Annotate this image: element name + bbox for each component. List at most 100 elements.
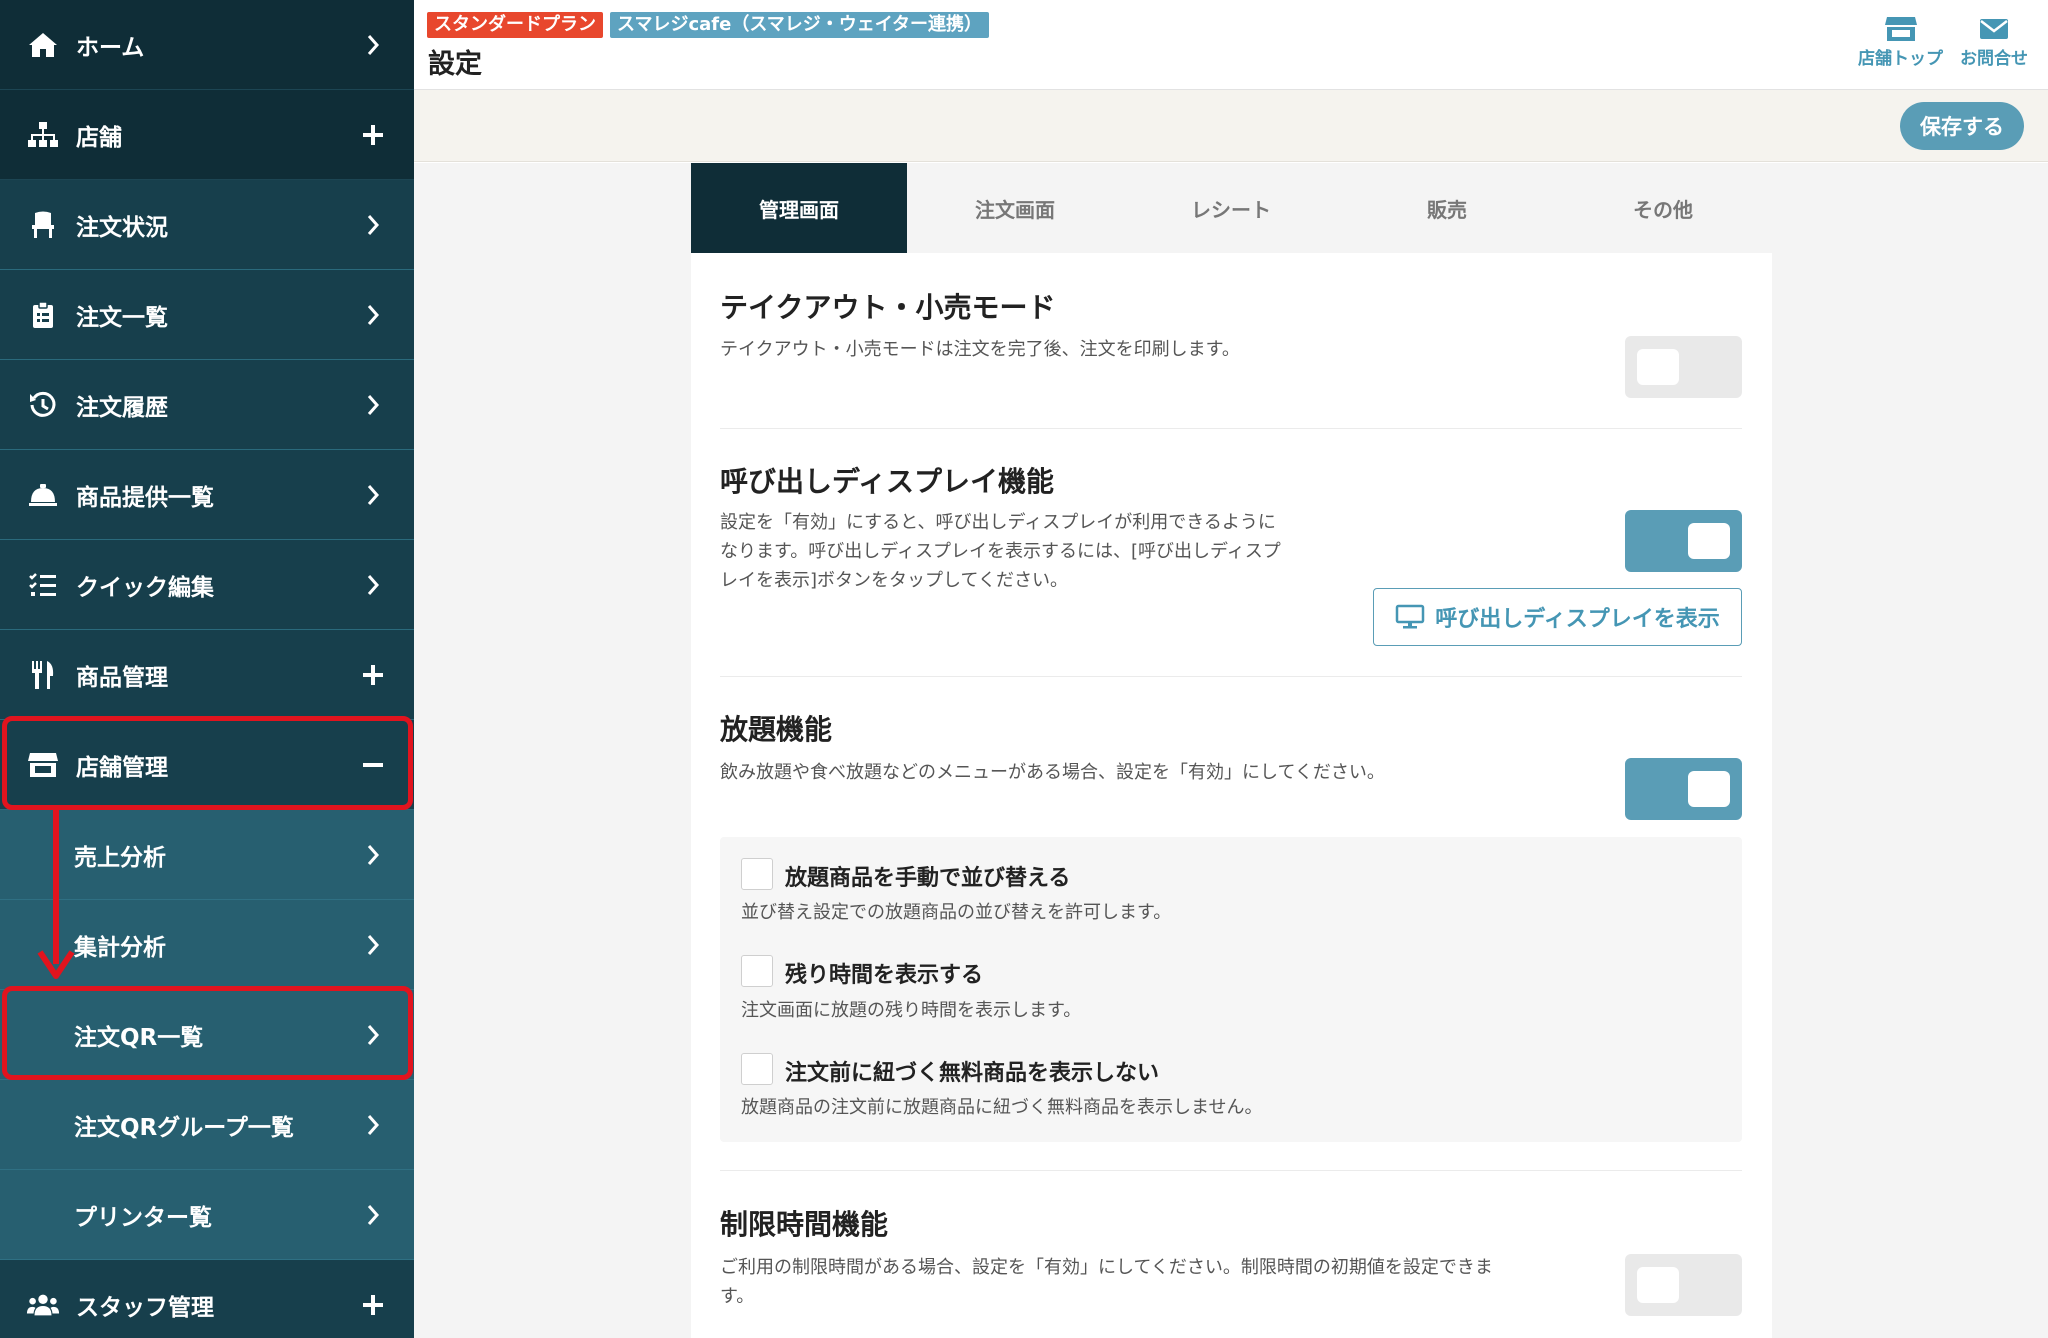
all-you-can-toggle[interactable]	[1625, 758, 1742, 820]
call-display-toggle[interactable]	[1625, 510, 1742, 572]
history-icon	[26, 388, 60, 422]
sidebar-subitem-printer-list[interactable]: プリンター覧	[0, 1170, 414, 1260]
toggle-knob	[1637, 1267, 1679, 1303]
bell-icon	[26, 478, 60, 512]
time-limit-description-line2: す。	[720, 1286, 755, 1307]
sidebar-item-label: 注文一覧	[76, 304, 168, 331]
manual-sort-label: 放題商品を手動で並び替える	[785, 866, 1071, 891]
highlight-box-store-management	[2, 716, 413, 810]
tab-receipt[interactable]: レシート	[1123, 163, 1339, 253]
monitor-icon	[1396, 604, 1425, 629]
sidebar-item-label: 集計分析	[74, 934, 166, 961]
takeout-mode-description: テイクアウト・小売モードは注文を完了後、注文を印刷します。	[720, 339, 1240, 360]
sidebar-item-label: クイック編集	[76, 574, 214, 601]
section-divider	[720, 676, 1742, 677]
sidebar-item-quick-edit[interactable]: クイック編集	[0, 540, 414, 630]
sidebar-item-label: 商品提供一覧	[76, 484, 214, 511]
sidebar-item-order-history[interactable]: 注文履歴	[0, 360, 414, 450]
page-title: 設定	[428, 49, 482, 80]
sidebar-item-order-list[interactable]: 注文一覧	[0, 270, 414, 360]
sidebar-item-label: 注文状況	[76, 214, 168, 241]
toggle-knob	[1688, 771, 1730, 807]
home-icon	[26, 28, 60, 62]
show-call-display-label: 呼び出しディスプレイを表示	[1435, 606, 1720, 631]
tab-other[interactable]: その他	[1555, 163, 1771, 253]
chair-icon	[26, 208, 60, 242]
store-top-label: 店舗トップ	[1858, 49, 1943, 69]
takeout-mode-toggle[interactable]	[1625, 336, 1742, 398]
shop-name-badge: スマレジcafe（スマレジ・ウェイター連携）	[610, 12, 990, 38]
chevron-right-icon	[358, 930, 388, 960]
show-remaining-time-description: 注文画面に放題の残り時間を表示します。	[741, 1000, 1082, 1021]
plan-badge: スタンダードプラン	[427, 12, 603, 38]
sidebar-item-label: 注文履歴	[76, 394, 168, 421]
sidebar-item-order-status[interactable]: 注文状況	[0, 180, 414, 270]
chevron-right-icon	[358, 480, 388, 510]
call-display-title: 呼び出しディスプレイ機能	[720, 465, 1055, 498]
settings-tabs: 管理画面 注文画面 レシート 販売 その他	[691, 163, 1772, 253]
takeout-mode-title: テイクアウト・小売モード	[720, 291, 1056, 324]
contact-label: お問合せ	[1960, 49, 2028, 69]
sidebar-item-label: 商品管理	[76, 664, 168, 691]
call-display-description-line2: なります。呼び出しディスプレイを表示するには、[呼び出しディスプ	[720, 541, 1281, 562]
toggle-knob	[1637, 349, 1679, 385]
sidebar-item-store[interactable]: 店舗	[0, 90, 414, 180]
highlight-box-order-qr-list	[2, 986, 413, 1080]
call-display-description-line1: 設定を「有効」にすると、呼び出しディスプレイが利用できるように	[720, 512, 1276, 533]
tab-admin-screen[interactable]: 管理画面	[691, 163, 907, 253]
action-toolbar: 保存する	[414, 90, 2048, 162]
sidebar-item-label: プリンター覧	[74, 1204, 212, 1231]
clipboard-icon	[26, 298, 60, 332]
call-display-description-line3: レイを表示]ボタンをタップしてください。	[720, 570, 1068, 591]
sidebar-item-home[interactable]: ホーム	[0, 0, 414, 90]
time-limit-toggle[interactable]	[1625, 1254, 1742, 1316]
all-you-can-description: 飲み放題や食べ放題などのメニューがある場合、設定を「有効」にしてください。	[720, 762, 1385, 783]
time-limit-description-line1: ご利用の制限時間がある場合、設定を「有効」にしてください。制限時間の初期値を設定…	[720, 1257, 1493, 1278]
chevron-right-icon	[358, 210, 388, 240]
tab-order-screen[interactable]: 注文画面	[907, 163, 1123, 253]
hide-free-items-checkbox[interactable]	[741, 1053, 773, 1085]
store-icon	[1884, 14, 1918, 44]
store-top-link[interactable]: 店舗トップ	[1858, 14, 1943, 69]
envelope-icon	[1979, 14, 2009, 44]
chevron-right-icon	[358, 570, 388, 600]
chevron-right-icon	[358, 300, 388, 330]
toggle-knob	[1688, 523, 1730, 559]
utensils-icon	[26, 658, 60, 692]
section-divider	[720, 1170, 1742, 1171]
sidebar-item-label: 店舗	[76, 124, 122, 151]
sidebar-item-label: ホーム	[76, 34, 145, 61]
chevron-right-icon	[358, 1110, 388, 1140]
manual-sort-checkbox[interactable]	[741, 858, 773, 890]
sidebar-item-staff-management[interactable]: スタッフ管理	[0, 1260, 414, 1338]
show-remaining-time-label: 残り時間を表示する	[785, 963, 984, 988]
plus-icon	[358, 120, 388, 150]
sidebar-item-label: スタッフ管理	[76, 1294, 214, 1321]
chevron-right-icon	[358, 30, 388, 60]
sidebar-item-label: 売上分析	[74, 844, 166, 871]
sidebar-item-label: 注文QRグループ一覧	[74, 1114, 294, 1141]
manual-sort-description: 並び替え設定での放題商品の並び替えを許可します。	[741, 902, 1172, 923]
sidebar-subitem-order-qr-group-list[interactable]: 注文QRグループ一覧	[0, 1080, 414, 1170]
save-button[interactable]: 保存する	[1900, 102, 2024, 150]
tab-sales[interactable]: 販売	[1339, 163, 1555, 253]
annotation-arrow-icon	[37, 808, 75, 979]
show-call-display-button[interactable]: 呼び出しディスプレイを表示	[1373, 588, 1742, 646]
top-header: スタンダードプラン スマレジcafe（スマレジ・ウェイター連携） 設定 店舗トッ…	[414, 0, 2048, 90]
list-check-icon	[26, 568, 60, 602]
chevron-right-icon	[358, 840, 388, 870]
plus-icon	[358, 1290, 388, 1320]
time-limit-title: 制限時間機能	[720, 1208, 889, 1241]
sidebar-item-serving-list[interactable]: 商品提供一覧	[0, 450, 414, 540]
plus-icon	[358, 660, 388, 690]
chevron-right-icon	[358, 1200, 388, 1230]
show-remaining-time-checkbox[interactable]	[741, 955, 773, 987]
all-you-can-title: 放題機能	[720, 713, 833, 746]
sidebar-item-product-management[interactable]: 商品管理	[0, 630, 414, 720]
hide-free-items-description: 放題商品の注文前に放題商品に紐づく無料商品を表示しません。	[741, 1097, 1263, 1118]
chevron-right-icon	[358, 390, 388, 420]
hide-free-items-label: 注文前に紐づく無料商品を表示しない	[785, 1061, 1160, 1086]
sidebar: ホーム 店舗 注文状況 注文一覧 注文履歴 商品提供一覧 クイック編集 商品管理…	[0, 0, 414, 1338]
sitemap-icon	[26, 118, 60, 152]
contact-link[interactable]: お問合せ	[1960, 14, 2028, 69]
